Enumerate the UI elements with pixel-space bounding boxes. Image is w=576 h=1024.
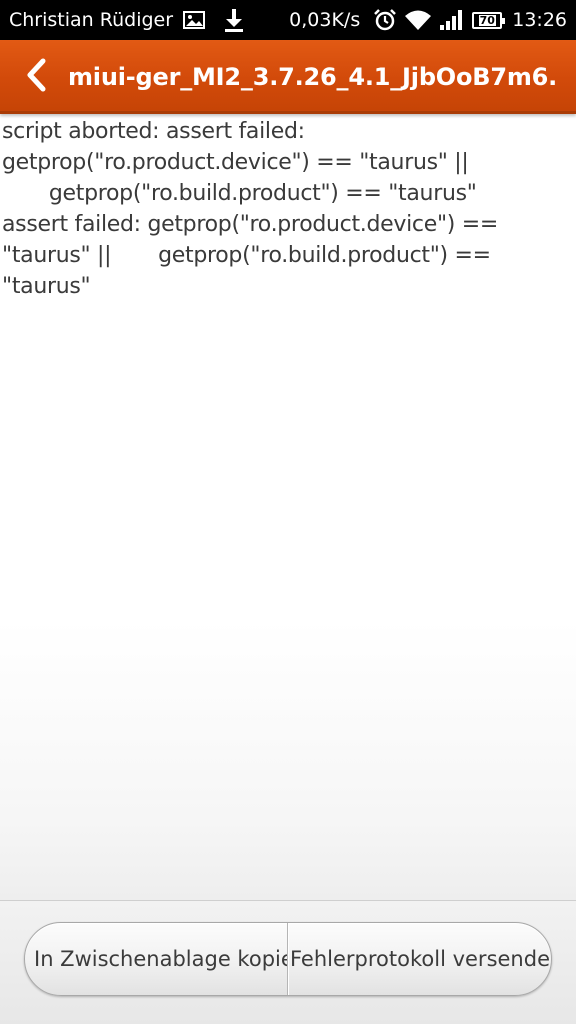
page-title: miui-ger_MI2_3.7.26_4.1_JjbOoB7m6. [68, 63, 558, 91]
status-right: 0,03K/s 70 13:26 [289, 0, 567, 40]
chevron-left-icon [25, 58, 49, 96]
image-icon [183, 10, 206, 30]
send-error-log-button[interactable]: Fehlerprotokoll versenden [288, 923, 551, 995]
battery-icon: 70 [472, 11, 506, 29]
download-icon [223, 8, 245, 32]
status-bar: Christian Rüdiger 0,03K/s 70 13:26 [0, 0, 576, 40]
action-button-group: In Zwischenablage kopieren Fehlerprotoko… [24, 922, 552, 996]
network-speed: 0,03K/s [289, 9, 361, 31]
clock: 13:26 [512, 9, 567, 31]
screen: Christian Rüdiger 0,03K/s 70 13:26 miui-… [0, 0, 576, 1024]
status-left: Christian Rüdiger [9, 0, 245, 40]
error-log-text: script aborted: assert failed: getprop("… [2, 119, 499, 299]
carrier-name: Christian Rüdiger [9, 9, 174, 31]
wifi-icon [404, 9, 432, 31]
back-button[interactable] [14, 50, 60, 104]
alarm-icon [373, 8, 397, 32]
battery-level: 70 [478, 13, 496, 27]
title-bar: miui-ger_MI2_3.7.26_4.1_JjbOoB7m6. [0, 40, 576, 114]
copy-to-clipboard-button[interactable]: In Zwischenablage kopieren [25, 923, 288, 995]
signal-icon [439, 9, 465, 31]
